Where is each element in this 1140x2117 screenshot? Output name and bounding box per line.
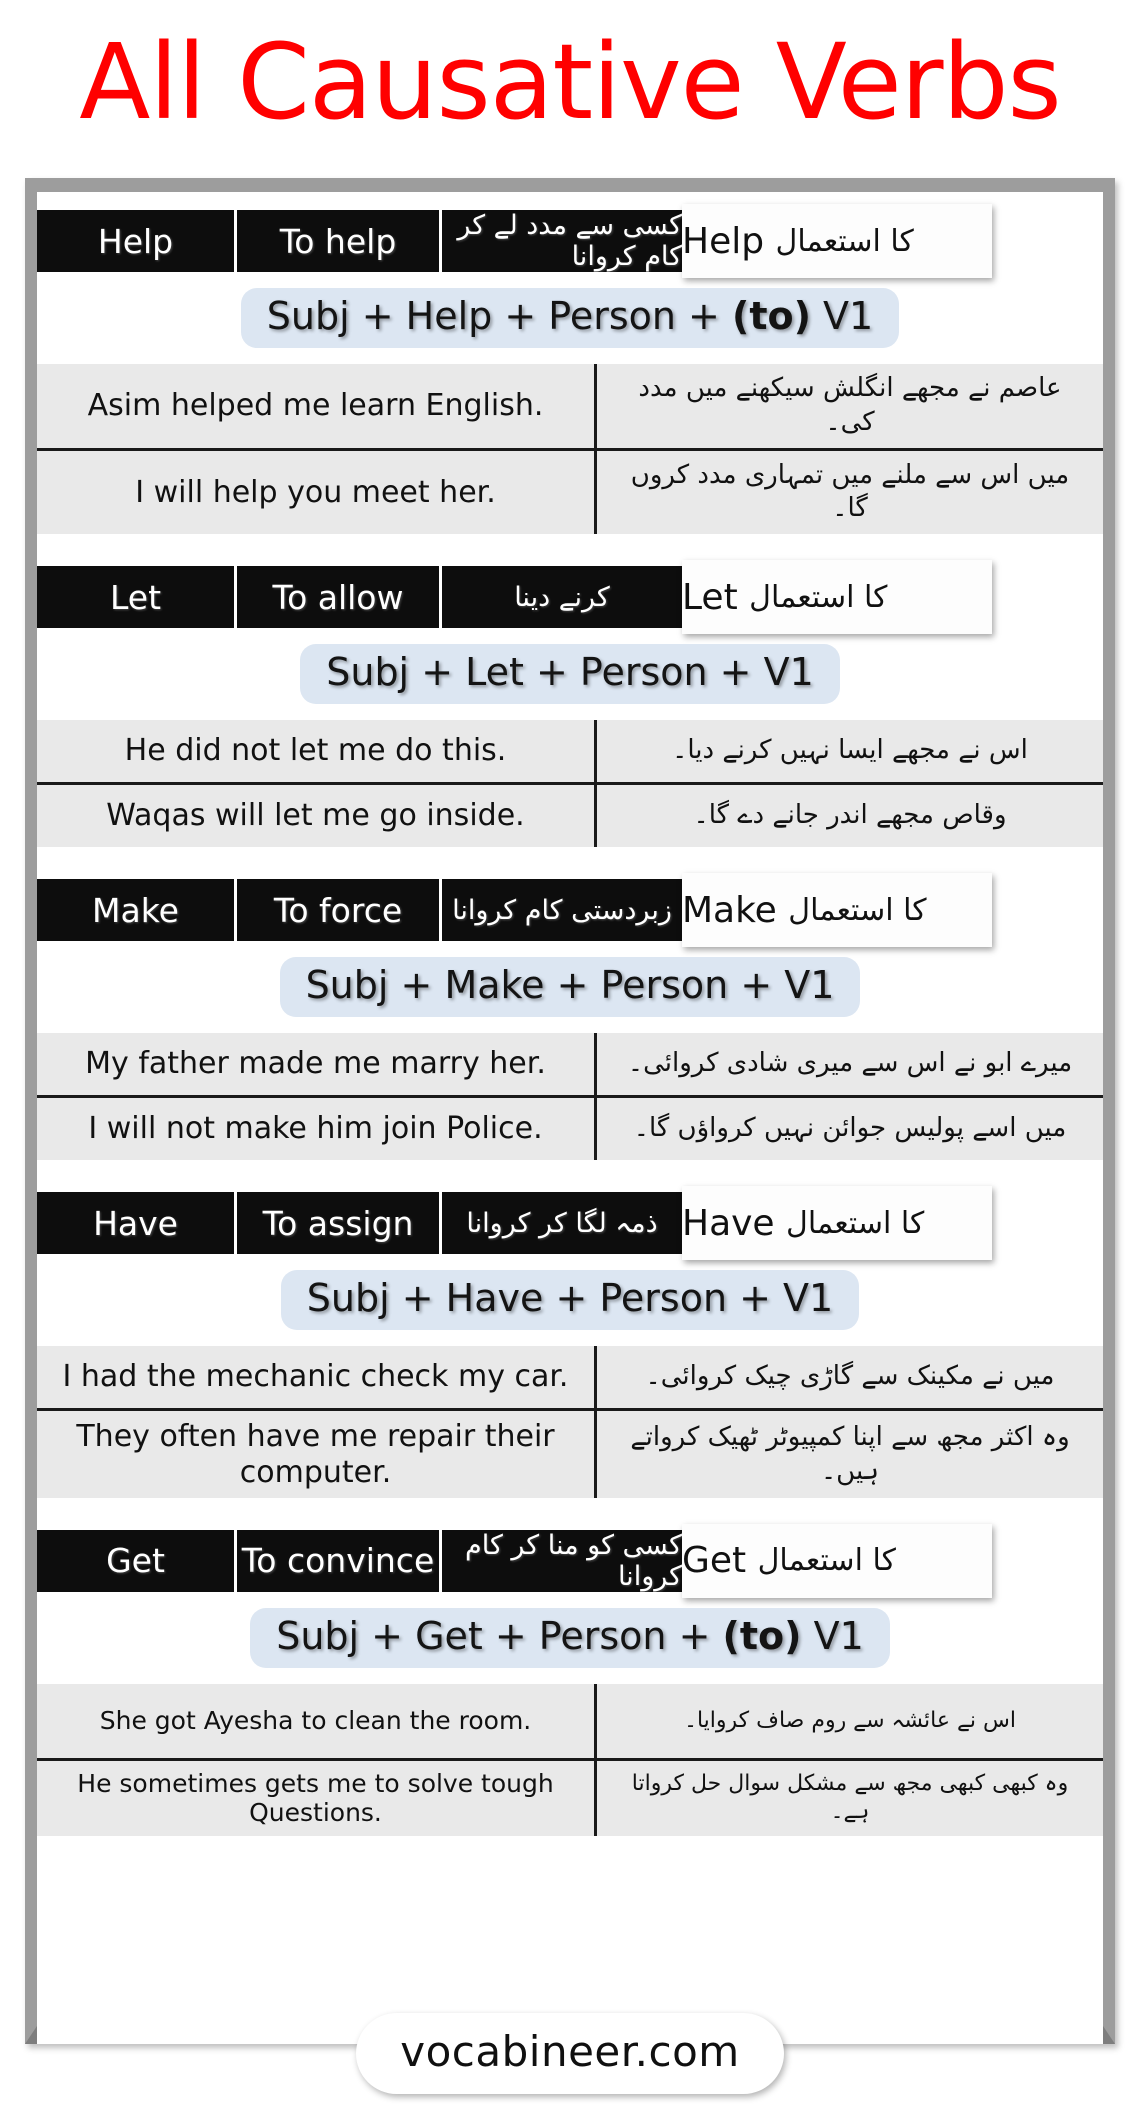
formula-let: Subj + Let + Person + V1 [300,644,840,705]
example-ur: وہ کبھی کبھی مجھ سے مشکل سوال حل کرواتا … [631,1770,1069,1825]
formula-row-have: Subj + Have + Person + V1 [37,1254,1103,1347]
table-row: I had the mechanic check my car. میں نے … [37,1346,1103,1409]
meaning-en-cell-get: To convince [237,1529,442,1592]
example-en: They often have me repair their computer… [37,1411,597,1498]
formula-row-get: Subj + Get + Person + (to) V1 [37,1591,1103,1684]
example-en: I will help you meet her. [37,450,597,535]
meaning-en-cell-let: To allow [237,566,442,629]
example-en: He sometimes gets me to solve tough Ques… [37,1760,597,1836]
usage-label-help: کا استعمال Help [682,204,992,278]
page-title: All Causative Verbs [79,21,1061,143]
usage-label-let: کا استعمال Let [682,560,992,635]
section-make: Make To force زبردستی کام کروانا کا استع… [37,873,1103,1161]
section-let: Let To allow کرنے دینا کا استعمال Let Su… [37,560,1103,848]
example-ur: میں اسے پولیس جوائن نہیں کرواؤں گا۔ [633,1113,1067,1144]
table-row: Waqas will let me go inside. وقاص مجھے ا… [37,782,1103,848]
brand-badge[interactable]: vocabineer.com [356,2013,784,2094]
meaning-en-cell-make: To force [237,879,442,942]
usage-label-verb-have: Have [682,1202,775,1244]
usage-label-urdu-have: کا استعمال [786,1205,925,1241]
section-spacer [37,1497,1103,1512]
example-en: I had the mechanic check my car. [37,1346,597,1409]
meaning-ur-cell-let: کرنے دینا [442,566,682,629]
meaning-ur-cell-make: زبردستی کام کروانا [442,879,682,942]
usage-label-make: کا استعمال Make [682,873,992,948]
table-row: They often have me repair their computer… [37,1408,1103,1498]
example-en: Asim helped me learn English. [37,364,597,448]
poster-content: Help To help کسی سے مدد لے کر کام کروانا… [37,204,1103,2044]
meaning-en-cell-have: To assign [237,1192,442,1255]
formula-get: Subj + Get + Person + (to) V1 [250,1607,890,1668]
formula-row-make: Subj + Make + Person + V1 [37,941,1103,1034]
section-header-make: Make To force زبردستی کام کروانا کا استع… [37,873,1103,948]
usage-label-verb-get: Get [682,1540,747,1582]
example-en: Waqas will let me go inside. [37,785,597,848]
section-header-have: Have To assign ذمہ لگا کر کروانا کا استع… [37,1186,1103,1261]
usage-label-urdu-let: کا استعمال [749,579,888,615]
usage-label-have: کا استعمال Have [682,1186,992,1261]
example-ur: وقاص مجھے اندر جانے دے گا۔ [693,800,1007,831]
verb-cell-have: Have [37,1192,237,1255]
formula-have: Subj + Have + Person + V1 [280,1270,860,1331]
section-header-get: Get To convince کسی کو منا کر کام کروانا… [37,1523,1103,1598]
formula-bold-get: (to) [722,1613,802,1658]
section-spacer [37,847,1103,862]
meaning-ur-cell-have: ذمہ لگا کر کروانا [442,1192,682,1255]
formula-pre-make: Subj + Make + Person + V1 [305,963,835,1008]
formula-make: Subj + Make + Person + V1 [279,957,861,1018]
example-ur: میں اس سے ملنے میں تمہاری مدد کروں گا۔ [630,459,1070,524]
table-row: My father made me marry her. میرے ابو نے… [37,1033,1103,1096]
formula-pre-have: Subj + Have + Person + V1 [306,1276,834,1321]
table-row: He did not let me do this. اس نے مجھے ای… [37,720,1103,783]
usage-label-urdu-get: کا استعمال [757,1543,896,1579]
section-get: Get To convince کسی کو منا کر کام کروانا… [37,1523,1103,1836]
formula-bold-help: (to) [731,294,811,338]
example-en: My father made me marry her. [37,1033,597,1096]
formula-post-get: V1 [801,1613,864,1658]
example-en: He did not let me do this. [37,720,597,783]
meaning-ur-cell-get: کسی کو منا کر کام کروانا [442,1529,682,1592]
table-row: He sometimes gets me to solve tough Ques… [37,1757,1103,1836]
example-ur: وہ اکثر مجھ سے اپنا کمپیوٹر ٹھیک کرواتے … [630,1421,1070,1486]
example-en: She got Ayesha to clean the room. [37,1683,597,1758]
footer-area: vocabineer.com [0,1990,1140,2117]
example-ur: اس نے مجھے ایسا نہیں کرنے دیا۔ [672,735,1028,766]
section-spacer [37,534,1103,549]
formula-pre-help: Subj + Help + Person + [266,294,732,338]
section-help: Help To help کسی سے مدد لے کر کام کروانا… [37,204,1103,535]
formula-post-help: V1 [810,294,874,338]
poster-title-area: All Causative Verbs [0,0,1140,160]
example-ur: میں نے مکینک سے گاڑی چیک کروائی۔ [645,1361,1055,1392]
usage-label-verb-let: Let [682,576,738,618]
usage-label-verb-make: Make [682,889,777,931]
meaning-en-cell-help: To help [237,210,442,272]
example-ur: میرے ابو نے اس سے میری شادی کروائی۔ [627,1048,1073,1079]
table-row: She got Ayesha to clean the room. اس نے … [37,1683,1103,1758]
verb-cell-make: Make [37,879,237,942]
section-header-help: Help To help کسی سے مدد لے کر کام کروانا… [37,204,1103,278]
usage-label-verb-help: Help [682,220,765,262]
example-ur: عاصم نے مجھے انگلش سیکھنے میں مدد کی۔ [638,373,1062,437]
formula-help: Subj + Help + Person + (to) V1 [240,288,900,348]
formula-row-let: Subj + Let + Person + V1 [37,628,1103,721]
section-header-let: Let To allow کرنے دینا کا استعمال Let [37,560,1103,635]
verb-cell-help: Help [37,210,237,272]
poster-frame: Help To help کسی سے مدد لے کر کام کروانا… [25,178,1115,2044]
usage-label-get: کا استعمال Get [682,1523,992,1598]
formula-pre-get: Subj + Get + Person + [276,1613,723,1658]
section-spacer [37,1160,1103,1175]
table-row: I will help you meet her. میں اس سے ملنے… [37,447,1103,535]
verb-cell-let: Let [37,566,237,629]
usage-label-urdu-help: کا استعمال [775,223,914,259]
table-row: I will not make him join Police. میں اسے… [37,1095,1103,1161]
usage-label-urdu-make: کا استعمال [788,892,927,928]
section-have: Have To assign ذمہ لگا کر کروانا کا استع… [37,1186,1103,1498]
verb-cell-get: Get [37,1529,237,1592]
table-row: Asim helped me learn English. عاصم نے مج… [37,364,1103,448]
formula-row-help: Subj + Help + Person + (to) V1 [37,272,1103,364]
formula-pre-let: Subj + Let + Person + V1 [326,650,814,695]
meaning-ur-cell-help: کسی سے مدد لے کر کام کروانا [442,210,682,272]
example-en: I will not make him join Police. [37,1098,597,1161]
example-ur: اس نے عائشہ سے روم صاف کروایا۔ [684,1707,1016,1733]
